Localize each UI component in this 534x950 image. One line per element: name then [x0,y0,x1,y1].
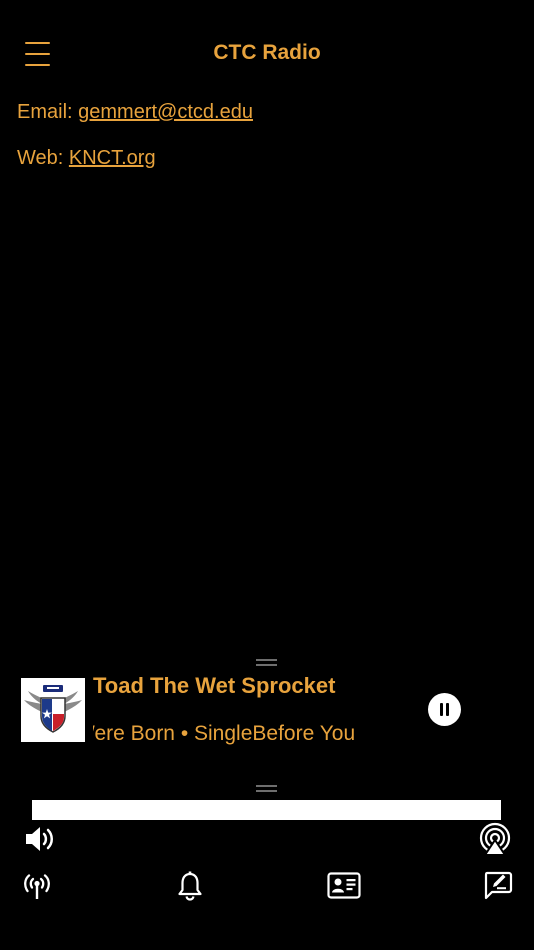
progress-bar[interactable] [32,800,501,820]
album-art [21,678,85,742]
bell-icon [178,871,202,901]
web-label: Web: [17,147,64,169]
tab-radio[interactable] [22,871,52,901]
track-subtitle-marquee: Were Born • SingleBefore You [93,722,370,750]
pause-icon [440,703,443,716]
progress-fill [32,800,501,820]
email-row: Email: gemmert@ctcd.edu [17,101,253,124]
track-artist: Toad The Wet Sprocket [93,673,336,698]
progress-drag-handle[interactable] [256,785,277,793]
station-logo-icon [21,678,85,742]
edit-message-icon [484,871,513,900]
tab-compose[interactable] [483,871,513,900]
volume-button[interactable] [23,823,57,855]
speaker-volume-icon [26,827,53,851]
page-title: CTC Radio [213,41,321,64]
email-label: Email: [17,101,73,123]
web-link[interactable]: KNCT.org [69,147,156,169]
pause-button[interactable] [428,693,461,726]
broadcast-tower-icon [24,874,50,899]
tab-notifications[interactable] [176,871,204,901]
tab-contact[interactable] [327,872,361,899]
email-link[interactable]: gemmert@ctcd.edu [78,101,253,123]
track-subtitle: Were Born • SingleBefore You [93,722,356,745]
airplay-button[interactable] [478,822,512,856]
player-drag-handle[interactable] [256,659,277,667]
pause-icon [446,703,449,716]
airplay-icon [479,822,511,856]
contact-card-icon [327,872,361,899]
web-row: Web: KNCT.org [17,147,156,170]
